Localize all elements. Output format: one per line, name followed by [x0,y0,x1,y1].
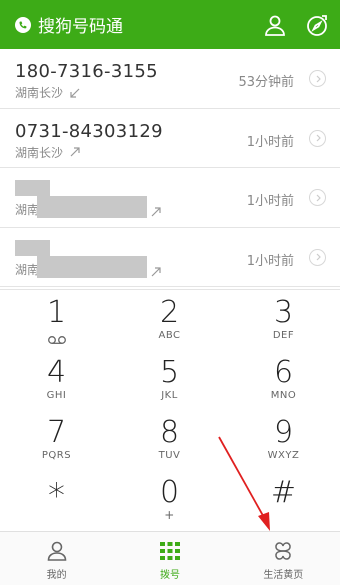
call-location: 湖南 [15,203,40,217]
call-location: 湖南 [15,262,40,277]
dialpad: 1 2 ABC 3 DEF 4 GHI 5 JKL 6 MNO 7 PQRS 8… [0,289,340,531]
key-0[interactable]: 0 + [113,470,226,530]
call-number: 0731-84303129 [15,120,163,142]
call-location: 湖南长沙 [15,86,64,100]
chevron-right-icon[interactable] [309,70,326,87]
key-star[interactable]: * [0,470,113,530]
key-8[interactable]: 8 TUV [113,410,226,470]
call-log-list: 180-7316-3155 湖南长沙 53分钟前 0731-84303129 湖… [0,49,340,287]
chevron-right-icon[interactable] [309,189,326,206]
call-log-row[interactable]: 湖南 1小时前 [0,228,340,287]
call-log-row[interactable]: 180-7316-3155 湖南长沙 53分钟前 [0,49,340,109]
clover-icon [271,540,295,562]
incoming-call-icon [69,87,81,99]
key-2[interactable]: 2 ABC [113,290,226,350]
bottom-nav: 我的 拨号 生活黄页 [0,531,340,585]
redacted-number [15,239,50,256]
user-icon[interactable] [260,10,290,40]
key-9[interactable]: 9 WXYZ [227,410,340,470]
nav-mine[interactable]: 我的 [0,532,113,585]
app-header: 搜狗号码通 [0,0,340,49]
outgoing-call-icon [69,146,81,158]
call-location: 湖南长沙 [15,145,64,160]
nav-yellow-pages[interactable]: 生活黄页 [227,532,340,585]
redacted-number [15,180,50,196]
key-4[interactable]: 4 GHI [0,350,113,410]
voicemail-icon [0,330,113,344]
key-1[interactable]: 1 [0,290,113,350]
chevron-right-icon[interactable] [309,129,326,147]
dialpad-icon [158,540,182,562]
app-title: 搜狗号码通 [38,17,123,37]
redacted-location [37,255,147,278]
key-3[interactable]: 3 DEF [227,290,340,350]
call-time: 1小时前 [246,194,294,209]
key-hash[interactable]: # [227,470,340,530]
phone-bubble-icon [13,15,33,35]
call-log-row[interactable]: 0731-84303129 湖南长沙 1小时前 [0,109,340,168]
call-time: 1小时前 [246,253,294,269]
call-number: 180-7316-3155 [15,61,158,82]
outgoing-call-icon [150,203,162,217]
call-log-row[interactable]: 湖南 1小时前 [0,168,340,228]
compass-icon[interactable] [302,10,332,40]
nav-label: 我的 [46,570,67,581]
chevron-right-icon[interactable] [309,248,326,266]
nav-label: 生活黄页 [263,570,304,581]
outgoing-call-icon [150,263,162,276]
nav-dial[interactable]: 拨号 [113,532,226,585]
nav-label: 拨号 [159,570,180,581]
call-time: 1小时前 [246,134,294,150]
key-5[interactable]: 5 JKL [113,350,226,410]
call-time: 53分钟前 [238,75,294,90]
redacted-location [37,196,147,218]
person-icon [45,540,69,562]
key-7[interactable]: 7 PQRS [0,410,113,470]
key-6[interactable]: 6 MNO [227,350,340,410]
